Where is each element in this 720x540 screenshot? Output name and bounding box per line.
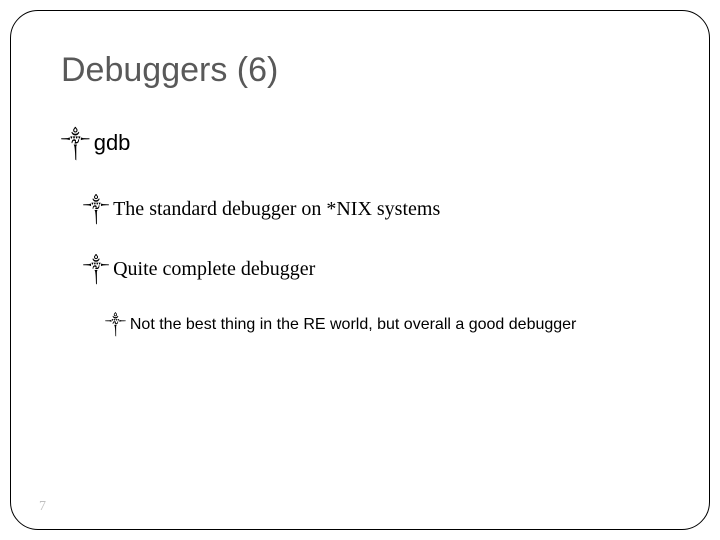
- bullet-text: gdb: [94, 130, 131, 156]
- slide-title: Debuggers (6): [61, 51, 659, 90]
- bullet-level2: ༒ The standard debugger on *NIX systems: [83, 186, 659, 242]
- bullet-icon: ༒: [83, 246, 109, 302]
- bullet-icon: ༒: [105, 306, 126, 351]
- bullet-level2: ༒ Quite complete debugger: [83, 246, 659, 302]
- bullet-level3: ༒ Not the best thing in the RE world, bu…: [105, 306, 659, 351]
- bullet-text: The standard debugger on *NIX systems: [113, 198, 440, 221]
- bullet-text: Not the best thing in the RE world, but …: [130, 316, 577, 334]
- bullet-icon: ༒: [61, 118, 90, 180]
- bullet-icon: ༒: [83, 186, 109, 242]
- bullet-text: Quite complete debugger: [113, 258, 315, 281]
- page-number: 7: [39, 499, 46, 515]
- slide-frame: Debuggers (6) ༒ gdb ༒ The standard debug…: [10, 10, 710, 530]
- bullet-level1: ༒ gdb: [61, 118, 659, 180]
